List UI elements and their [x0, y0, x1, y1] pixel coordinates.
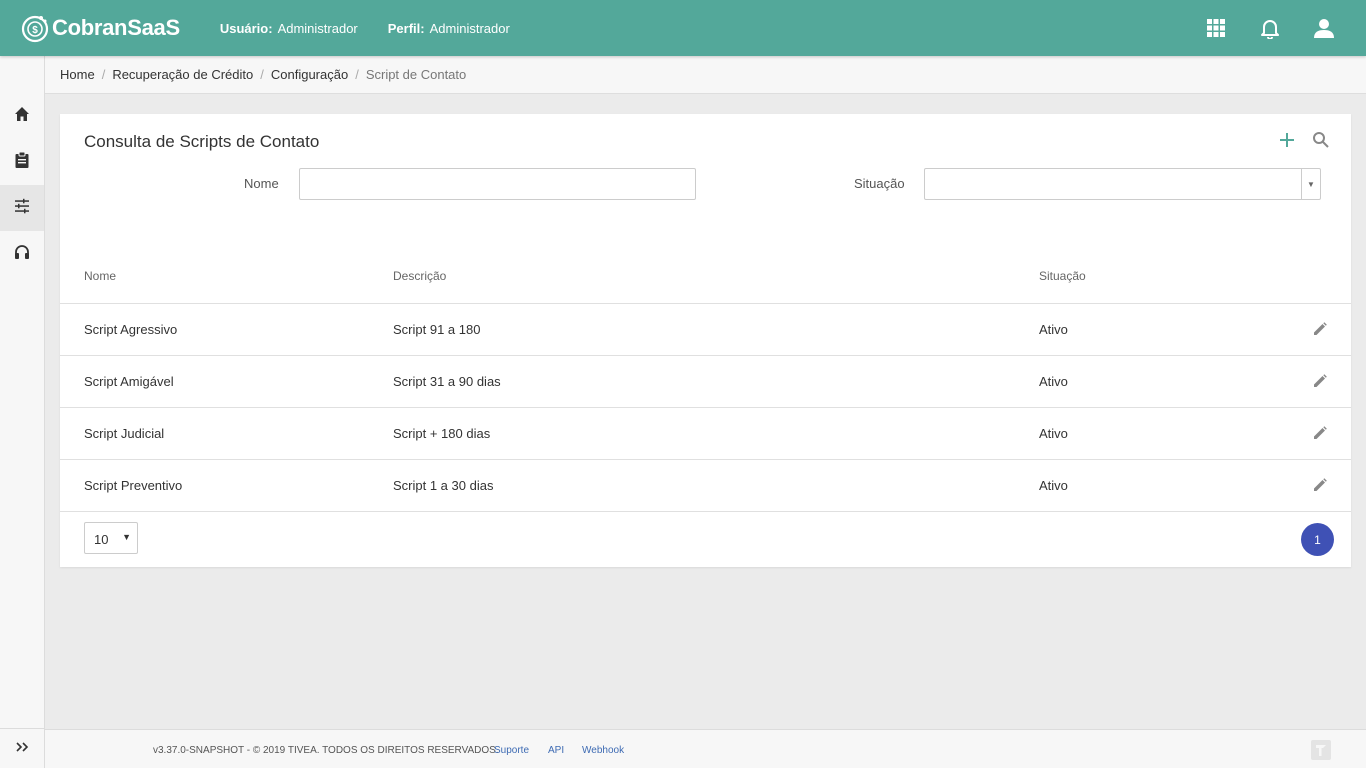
- table-row[interactable]: Script Preventivo Script 1 a 30 dias Ati…: [60, 460, 1351, 512]
- cell-descricao: Script 1 a 30 dias: [393, 478, 494, 493]
- profile-label: Perfil:: [387, 20, 425, 36]
- user-value: Administrador: [277, 20, 358, 36]
- tivea-brand-icon: [1310, 739, 1332, 761]
- cobransaas-logo-icon: $: [20, 13, 50, 43]
- page-size-value: 10: [94, 532, 109, 547]
- edit-pencil-icon[interactable]: [1313, 478, 1329, 494]
- cell-nome: Script Judicial: [84, 426, 165, 441]
- account-icon[interactable]: [1310, 14, 1338, 42]
- cell-situacao: Ativo: [1039, 426, 1068, 441]
- cell-descricao: Script 31 a 90 dias: [393, 374, 501, 389]
- footer-link-webhook[interactable]: Webhook: [582, 745, 624, 756]
- sidebar-item-settings[interactable]: [0, 185, 44, 231]
- cell-situacao: Ativo: [1039, 374, 1068, 389]
- sidebar-item-home[interactable]: [0, 93, 44, 139]
- scripts-card: Consulta de Scripts de Contato Nome Situ…: [60, 114, 1351, 567]
- cell-nome: Script Agressivo: [84, 322, 178, 337]
- nome-filter-input[interactable]: [299, 168, 696, 200]
- sidebar-item-clipboard[interactable]: [0, 139, 44, 185]
- breadcrumb-separator: /: [101, 67, 106, 82]
- profile-value: Administrador: [429, 20, 510, 36]
- double-chevron-right-icon: [15, 740, 29, 758]
- edit-pencil-icon[interactable]: [1313, 374, 1329, 390]
- table-row[interactable]: Script Agressivo Script 91 a 180 Ativo: [60, 304, 1351, 356]
- column-header-nome[interactable]: Nome: [84, 269, 116, 283]
- top-bar: $ CobranSaaS Usuário: Administrador Perf…: [0, 0, 1366, 56]
- edit-pencil-icon[interactable]: [1313, 426, 1329, 442]
- apps-grid-icon[interactable]: [1202, 14, 1230, 42]
- dropdown-arrow-icon: ▼: [1301, 169, 1320, 199]
- search-icon: [1312, 131, 1329, 153]
- cell-nome: Script Amigável: [84, 374, 174, 389]
- breadcrumb-home[interactable]: Home: [60, 67, 95, 82]
- headset-icon: [14, 244, 30, 265]
- copyright-text: v3.37.0-SNAPSHOT - © 2019 TIVEA. TODOS O…: [153, 745, 499, 756]
- situacao-filter-select[interactable]: ▼: [924, 168, 1321, 200]
- user-label: Usuário:: [219, 20, 273, 36]
- footer-link-api[interactable]: API: [548, 745, 564, 756]
- clipboard-icon: [14, 151, 30, 174]
- sidebar: [0, 56, 45, 768]
- page-number-button[interactable]: 1: [1301, 523, 1334, 556]
- column-header-descricao[interactable]: Descrição: [393, 269, 446, 283]
- sidebar-item-support[interactable]: [0, 231, 44, 277]
- cell-descricao: Script 91 a 180: [393, 322, 481, 337]
- cell-nome: Script Preventivo: [84, 478, 183, 493]
- table-row[interactable]: Script Amigável Script 31 a 90 dias Ativ…: [60, 356, 1351, 408]
- app-logo[interactable]: $ CobranSaaS: [20, 13, 180, 43]
- table-header: Nome Descrição Situação: [60, 254, 1351, 304]
- page-size-select[interactable]: 10 ▼: [84, 522, 138, 554]
- breadcrumb: Home / Recuperação de Crédito / Configur…: [45, 56, 1366, 94]
- search-button[interactable]: [1309, 131, 1331, 153]
- svg-text:$: $: [32, 25, 38, 36]
- cell-situacao: Ativo: [1039, 322, 1068, 337]
- app-name: CobranSaaS: [52, 15, 180, 40]
- sidebar-expand-button[interactable]: [0, 728, 44, 768]
- breadcrumb-configuracao[interactable]: Configuração: [271, 67, 348, 82]
- notifications-bell-icon[interactable]: [1256, 14, 1284, 42]
- footer: v3.37.0-SNAPSHOT - © 2019 TIVEA. TODOS O…: [45, 729, 1366, 768]
- user-info: Usuário: Administrador Perfil: Administr…: [220, 21, 540, 36]
- cell-situacao: Ativo: [1039, 478, 1068, 493]
- breadcrumb-current: Script de Contato: [365, 67, 467, 82]
- cell-descricao: Script + 180 dias: [393, 426, 491, 441]
- breadcrumb-separator: /: [355, 67, 359, 82]
- add-button[interactable]: [1276, 131, 1298, 153]
- breadcrumb-separator: /: [260, 67, 264, 82]
- home-icon: [14, 106, 30, 127]
- edit-pencil-icon[interactable]: [1313, 322, 1329, 338]
- tune-sliders-icon: [14, 198, 30, 219]
- footer-link-suporte[interactable]: Suporte: [494, 745, 529, 756]
- situacao-filter-label: Situação: [854, 176, 905, 191]
- dropdown-arrow-icon: ▼: [122, 532, 131, 542]
- plus-icon: [1280, 132, 1294, 152]
- breadcrumb-recuperacao[interactable]: Recuperação de Crédito: [112, 67, 253, 82]
- column-header-situacao[interactable]: Situação: [1039, 269, 1086, 283]
- table-row[interactable]: Script Judicial Script + 180 dias Ativo: [60, 408, 1351, 460]
- page-title: Consulta de Scripts de Contato: [84, 132, 320, 151]
- nome-filter-label: Nome: [244, 176, 279, 191]
